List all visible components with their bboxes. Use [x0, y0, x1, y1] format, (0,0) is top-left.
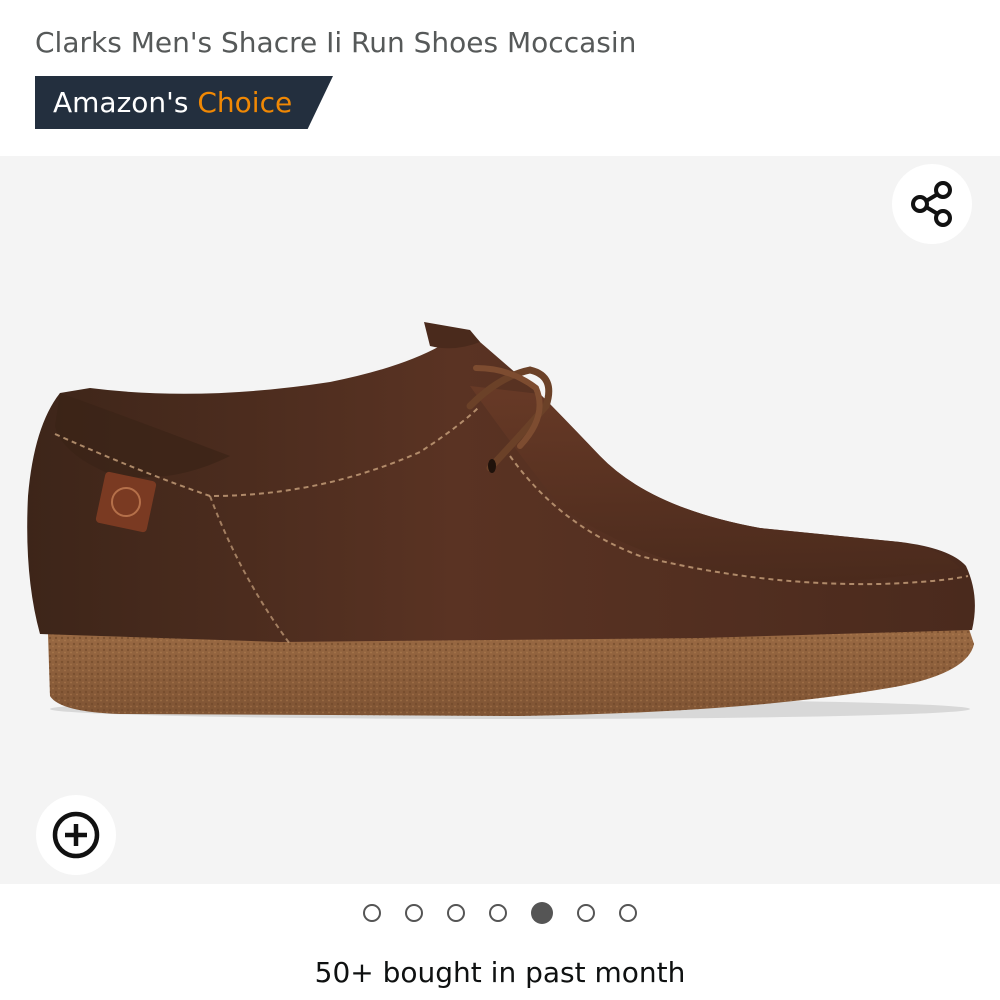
zoom-plus-icon [52, 811, 100, 859]
amazons-choice-badge: Amazon's Choice [35, 76, 333, 129]
carousel-dot[interactable] [405, 904, 423, 922]
carousel-dot[interactable] [619, 904, 637, 922]
share-button[interactable] [892, 164, 972, 244]
badge-accent: Choice [197, 86, 293, 119]
carousel-dot[interactable] [447, 904, 465, 922]
shoe-tongue [424, 322, 480, 349]
bought-in-past-month: 50+ bought in past month [314, 956, 686, 989]
share-icon [911, 181, 952, 227]
carousel-dots [0, 902, 1000, 926]
shoe-heel-tab [95, 471, 157, 533]
carousel-dot[interactable] [531, 902, 553, 924]
product-title: Clarks Men's Shacre Ii Run Shoes Moccasi… [35, 26, 637, 59]
shoe-eyelet [488, 459, 496, 473]
badge-text: Amazon's Choice [35, 86, 292, 119]
carousel-dot[interactable] [363, 904, 381, 922]
zoom-button[interactable] [36, 795, 116, 875]
product-image-area[interactable] [0, 156, 1000, 884]
carousel-dot[interactable] [489, 904, 507, 922]
badge-prefix: Amazon's [53, 86, 189, 119]
carousel-dot[interactable] [577, 904, 595, 922]
product-image[interactable] [0, 156, 1000, 884]
